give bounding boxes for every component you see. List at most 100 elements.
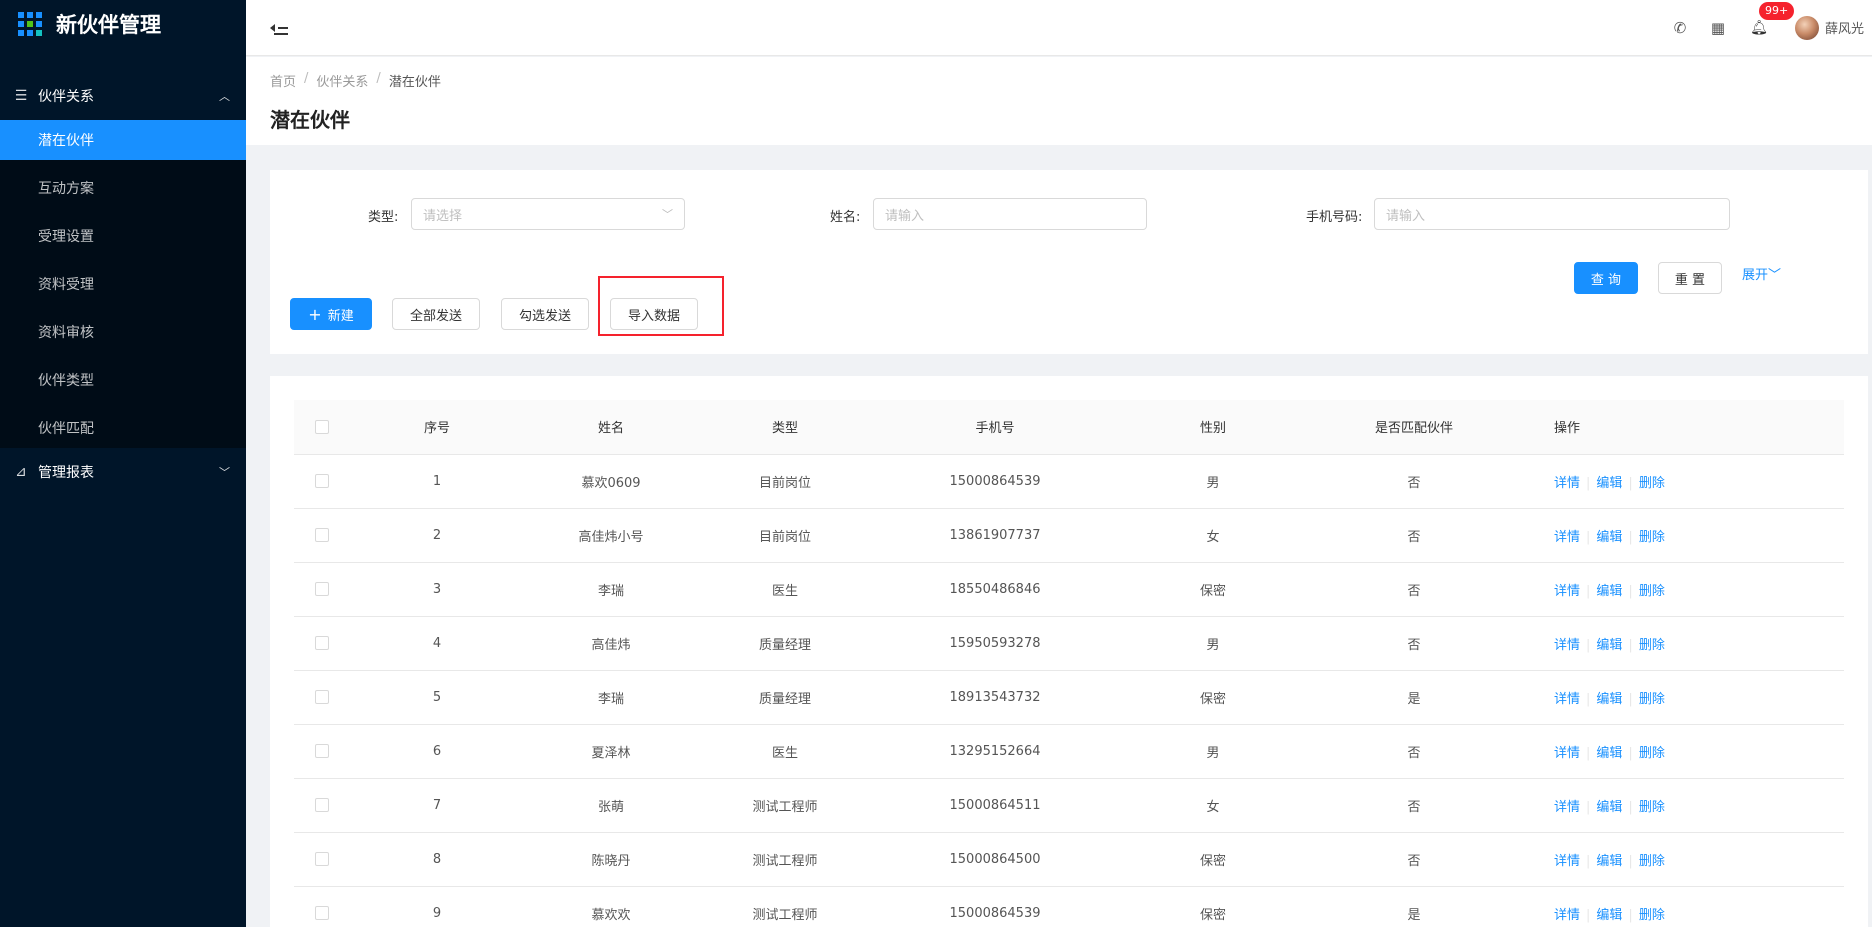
edit-link[interactable]: 编辑 — [1596, 854, 1622, 869]
detail-link[interactable]: 详情 — [1554, 584, 1580, 599]
sidebar-item-document-acceptance[interactable]: 资料受理 — [0, 264, 246, 304]
create-button[interactable]: + 新建 — [290, 298, 372, 330]
cell-index: 9 — [350, 886, 524, 927]
row-checkbox[interactable] — [315, 474, 329, 488]
breadcrumb: 首页 / 伙伴关系 / 潜在伙伴 — [270, 71, 1848, 90]
cell-type: 医生 — [698, 562, 872, 617]
sidebar-item-label: 受理设置 — [38, 229, 94, 245]
header-actions: ✆ ▦ 🔔︎ 99+ 薛风光 — [1661, 0, 1872, 56]
name-label: 姓名: — [830, 210, 861, 225]
delete-link[interactable]: 删除 — [1639, 692, 1665, 707]
row-select-cell — [294, 670, 350, 725]
sidebar-item-label: 资料受理 — [38, 277, 94, 293]
cell-name: 高佳炜 — [524, 616, 698, 671]
name-input[interactable]: 请输入 — [873, 198, 1147, 230]
send-selected-button[interactable]: 勾选发送 — [501, 298, 589, 330]
logo[interactable]: 新伙伴管理 — [0, 0, 246, 48]
type-label: 类型: — [368, 210, 399, 225]
notification-bell[interactable]: 🔔︎ 99+ — [1737, 1, 1795, 36]
row-select-cell — [294, 508, 350, 563]
edit-link[interactable]: 编辑 — [1596, 800, 1622, 815]
menu-group-label: 伙伴关系 — [38, 89, 94, 105]
query-button[interactable]: 查 询 — [1574, 262, 1638, 294]
row-checkbox[interactable] — [315, 852, 329, 866]
action-separator: | — [1586, 529, 1591, 545]
breadcrumb-item-home[interactable]: 首页 — [270, 71, 296, 90]
cell-index: 3 — [350, 562, 524, 617]
delete-link[interactable]: 删除 — [1639, 854, 1665, 869]
action-separator: | — [1586, 853, 1591, 869]
edit-link[interactable]: 编辑 — [1596, 530, 1622, 545]
action-separator: | — [1628, 907, 1633, 923]
import-data-button[interactable]: 导入数据 — [610, 298, 698, 330]
detail-link[interactable]: 详情 — [1554, 800, 1580, 815]
submenu: 潜在伙伴 互动方案 受理设置 资料受理 资料审核 伙伴类型 伙伴匹配 — [0, 120, 246, 448]
delete-link[interactable]: 删除 — [1639, 530, 1665, 545]
cell-gender: 保密 — [1118, 562, 1308, 617]
sidebar-item-acceptance-settings[interactable]: 受理设置 — [0, 216, 246, 256]
reset-button[interactable]: 重 置 — [1658, 262, 1722, 294]
cell-index: 6 — [350, 724, 524, 779]
detail-link[interactable]: 详情 — [1554, 692, 1580, 707]
cell-index: 5 — [350, 670, 524, 725]
phone-icon[interactable]: ✆ — [1661, 19, 1699, 37]
username[interactable]: 薛风光 — [1825, 18, 1864, 37]
edit-link[interactable]: 编辑 — [1596, 746, 1622, 761]
menu-fold-icon[interactable] — [270, 20, 288, 36]
detail-link[interactable]: 详情 — [1554, 476, 1580, 491]
cell-name: 高佳炜小号 — [524, 508, 698, 563]
apps-grid-icon[interactable]: ▦ — [1699, 19, 1737, 37]
action-separator: | — [1628, 691, 1633, 707]
row-checkbox[interactable] — [315, 744, 329, 758]
row-checkbox[interactable] — [315, 798, 329, 812]
cell-gender: 男 — [1118, 454, 1308, 509]
app-grid-icon — [18, 12, 42, 36]
type-select[interactable]: 请选择 ﹀ — [411, 198, 685, 230]
edit-link[interactable]: 编辑 — [1596, 692, 1622, 707]
select-all-checkbox[interactable] — [315, 419, 329, 434]
menu-group-reports[interactable]: ⊿ 管理报表 ﹀ — [0, 448, 246, 496]
edit-link[interactable]: 编辑 — [1596, 476, 1622, 491]
plus-icon: + — [308, 304, 322, 324]
edit-link[interactable]: 编辑 — [1596, 908, 1622, 923]
row-checkbox[interactable] — [315, 528, 329, 542]
sidebar-item-partner-types[interactable]: 伙伴类型 — [0, 360, 246, 400]
cell-gender: 保密 — [1118, 670, 1308, 725]
edit-link[interactable]: 编辑 — [1596, 638, 1622, 653]
detail-link[interactable]: 详情 — [1554, 854, 1580, 869]
row-checkbox[interactable] — [315, 636, 329, 650]
sidebar-item-partner-matching[interactable]: 伙伴匹配 — [0, 408, 246, 448]
cell-matched: 否 — [1308, 616, 1520, 671]
delete-link[interactable]: 删除 — [1639, 908, 1665, 923]
sidebar-item-potential-partners[interactable]: 潜在伙伴 — [0, 120, 246, 160]
menu-group-partner-relations[interactable]: ☰ 伙伴关系 ︿ — [0, 72, 246, 120]
detail-link[interactable]: 详情 — [1554, 746, 1580, 761]
select-all-cell — [294, 400, 350, 455]
delete-link[interactable]: 删除 — [1639, 584, 1665, 599]
detail-link[interactable]: 详情 — [1554, 530, 1580, 545]
delete-link[interactable]: 删除 — [1639, 800, 1665, 815]
edit-link[interactable]: 编辑 — [1596, 584, 1622, 599]
expand-link[interactable]: 展开﹀ — [1742, 264, 1781, 283]
detail-link[interactable]: 详情 — [1554, 638, 1580, 653]
delete-link[interactable]: 删除 — [1639, 746, 1665, 761]
row-checkbox[interactable] — [315, 582, 329, 596]
delete-link[interactable]: 删除 — [1639, 638, 1665, 653]
cell-type: 质量经理 — [698, 616, 872, 671]
avatar[interactable] — [1794, 15, 1819, 40]
breadcrumb-item-partner-relations[interactable]: 伙伴关系 — [316, 71, 368, 90]
cell-matched: 否 — [1308, 562, 1520, 617]
type-select-placeholder: 请选择 — [423, 208, 463, 224]
detail-link[interactable]: 详情 — [1554, 908, 1580, 923]
sidebar-item-interaction-plan[interactable]: 互动方案 — [0, 168, 246, 208]
phone-input[interactable]: 请输入 — [1374, 198, 1730, 230]
row-checkbox[interactable] — [315, 906, 329, 920]
delete-link[interactable]: 删除 — [1639, 476, 1665, 491]
sidebar-item-document-review[interactable]: 资料审核 — [0, 312, 246, 352]
cell-phone: 15000864500 — [872, 832, 1118, 887]
row-checkbox[interactable] — [315, 690, 329, 704]
cell-phone: 18550486846 — [872, 562, 1118, 617]
chevron-down-icon: ﹀ — [1768, 268, 1782, 283]
cell-gender: 女 — [1118, 778, 1308, 833]
send-all-button[interactable]: 全部发送 — [392, 298, 480, 330]
